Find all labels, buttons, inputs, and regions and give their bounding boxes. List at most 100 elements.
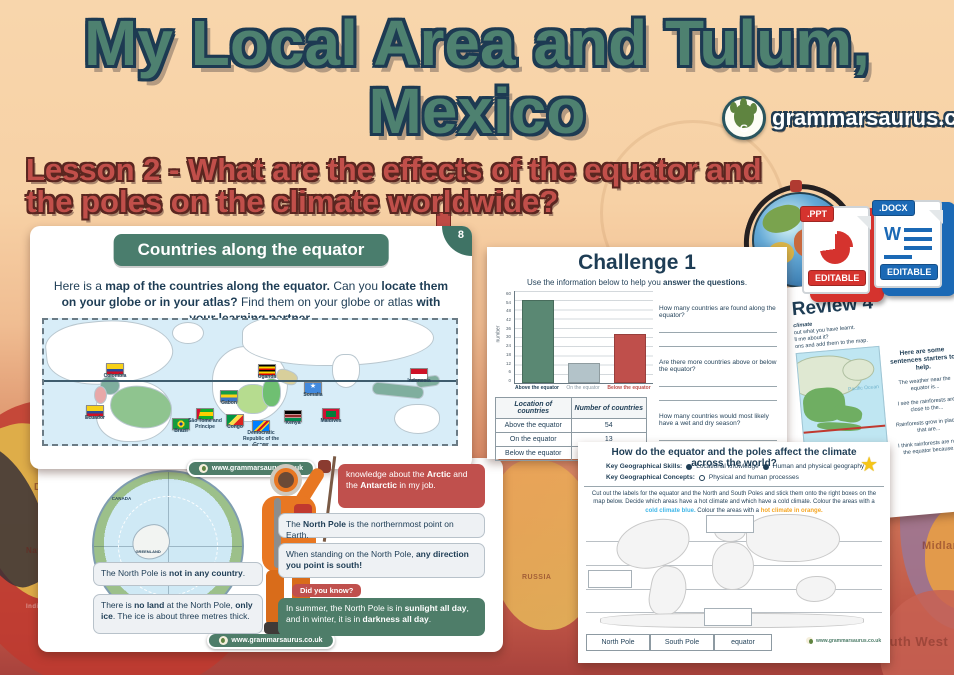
question: How many countries would most likely hav… (659, 413, 777, 427)
y-tick: 6 (508, 369, 511, 374)
logo-text: grammarsaurus.co.uk (772, 105, 954, 131)
question: How many countries are found along the e… (659, 305, 777, 319)
word-w-icon: W (884, 224, 901, 245)
grammarsaurus-logo: G grammarsaurus.co.uk (722, 96, 954, 140)
y-tick: 12 (506, 361, 511, 366)
review-ocean-label: Pacific Ocean (848, 385, 879, 393)
y-tick: 48 (506, 308, 511, 313)
slide-number-tab: 8 (442, 226, 472, 256)
sentence-starter: I think rainforests are near the equator… (896, 437, 954, 457)
bar-chart: number 60544842363024181260 Above the eq… (497, 291, 657, 409)
paste-box-north-pole (706, 515, 754, 533)
lesson-subtitle-line2: the poles on the climate worldwide? (26, 186, 558, 217)
page-title-line1: My Local Area and Tulum, (0, 12, 954, 75)
skills-line: Key Geographical Skills: Locational know… (606, 463, 864, 470)
answer-line (659, 429, 777, 441)
y-tick: 24 (506, 343, 511, 348)
fact-box-ice: There is no land at the North Pole, only… (93, 594, 263, 634)
flag-congo: Congo (226, 414, 244, 426)
divider (584, 486, 884, 487)
table-cell: 54 (571, 419, 647, 433)
ppt-file-badge: EDITABLE .PPT (802, 198, 880, 296)
logo-footprint-icon: G (722, 96, 766, 140)
answer-line (659, 389, 777, 401)
sentence-starter: I see the rainforests are close to the..… (892, 396, 954, 416)
poster: Durango Victoria Durango Nayarit Jalisco… (0, 0, 954, 675)
challenge-subtitle: Use the information below to help you an… (487, 278, 787, 287)
flag-sao-tome-and-principe: São Tomé and Príncipe (196, 408, 214, 420)
x-axis-categories: Above the equator On the equator Below t… (514, 386, 652, 392)
bar-on-equator (568, 363, 600, 383)
bar-below-equator (614, 334, 646, 383)
challenge-questions: How many countries are found along the e… (659, 305, 777, 457)
concepts-label: Key Geographical Concepts: (606, 474, 695, 481)
table-cell: On the equator (496, 433, 572, 447)
answer-line (659, 375, 777, 387)
flag-indonesia: Indonesia (410, 368, 428, 380)
cutout-label-north-pole: North Pole (586, 634, 650, 651)
north-pole-slide: CANADA GREENLAND knowledge about the Arc… (38, 458, 503, 652)
sentence-starter: Rainforests grow in places that are... (894, 417, 954, 437)
background-label: Midlands (922, 540, 954, 552)
flag-maldives: Maldives (322, 408, 340, 420)
table-header: Number of countries (571, 398, 647, 419)
answer-line (659, 321, 777, 333)
flag-colombia: Colombia (106, 363, 124, 375)
bar-above-equator (522, 300, 554, 383)
fact-box-sunlight: In summer, the North Pole is in sunlight… (278, 598, 485, 636)
did-you-know-tag: Did you know? (292, 584, 361, 597)
challenge-sheet: Challenge 1 Use the information below to… (487, 247, 787, 459)
y-tick: 30 (506, 334, 511, 339)
y-tick: 60 (506, 291, 511, 296)
fact-box-northernmost: The North Pole is the northernmost point… (278, 513, 485, 538)
skills-label: Key Geographical Skills: (606, 463, 682, 470)
grammarsaurus-url: www.grammarsaurus.co.uk (806, 637, 881, 644)
cutout-label-equator: equator (714, 634, 772, 651)
fact-box-country: The North Pole is not in any country. (93, 562, 263, 586)
word-lines-icon (904, 228, 932, 232)
footprint-icon (218, 636, 227, 645)
climate-worksheet: How do the equator and the poles affect … (578, 442, 890, 663)
table-cell: Above the equator (496, 419, 572, 433)
y-tick: 0 (508, 378, 511, 383)
flag-kenya: Kenya (284, 410, 302, 422)
challenge-title: Challenge 1 (487, 251, 787, 275)
flag-somalia: Somalia (304, 382, 322, 394)
docx-editable-label: EDITABLE (880, 264, 938, 280)
flag-uganda: Uganda (258, 364, 276, 376)
skill-item: Human and physical geography (773, 463, 864, 470)
answer-line (659, 335, 777, 347)
review-asia-map: Pacific Ocean (796, 346, 889, 455)
flag-gabon: Gabon (220, 390, 238, 402)
star-icon: ★ (860, 452, 878, 477)
table-header: Location of countries (496, 398, 572, 419)
ppt-extension-tab: .PPT (800, 206, 834, 222)
background-label: RUSSIA (522, 574, 551, 581)
review-helper-title: Here are some sentences starters to help… (888, 345, 954, 375)
fact-box-south: When standing on the North Pole, any dir… (278, 543, 485, 578)
flag-democratic-republic-of-the-congo: Democratic Republic of the Congo (252, 420, 270, 432)
y-axis-ticks: 60544842363024181260 (499, 291, 511, 383)
pie-chart-icon (820, 234, 850, 264)
map-label-greenland: GREENLAND (135, 549, 160, 554)
footprint-icon (199, 464, 208, 473)
logo-letter: G (725, 123, 763, 135)
category-label: Below the equator (607, 386, 651, 392)
category-label: Above the equator (515, 386, 559, 392)
concept-item: Physical and human processes (709, 474, 799, 481)
review-sentence-starters: Here are some sentences starters to help… (888, 345, 954, 464)
ppt-editable-label: EDITABLE (808, 270, 866, 286)
paste-box-equator (588, 570, 632, 588)
sentence-starter: The weather near the equator is... (890, 375, 954, 395)
concepts-line: Key Geographical Concepts: Physical and … (606, 474, 799, 481)
equator-world-map: Colombia Ecuador Brazil Gabon São Tomé a… (42, 318, 458, 446)
y-tick: 18 (506, 352, 511, 357)
question: Are there more countries above or below … (659, 359, 777, 373)
worksheet-instructions: Cut out the labels for the equator and t… (588, 490, 880, 515)
human-physical-geography-icon (763, 464, 769, 470)
y-tick: 36 (506, 326, 511, 331)
docx-extension-tab: .DOCX (872, 200, 915, 216)
explorer-speech-box: knowledge about the Arctic and the Antar… (338, 464, 485, 508)
docx-file-badge: W EDITABLE .DOCX (874, 192, 952, 290)
background-map-uk-red (880, 590, 954, 675)
